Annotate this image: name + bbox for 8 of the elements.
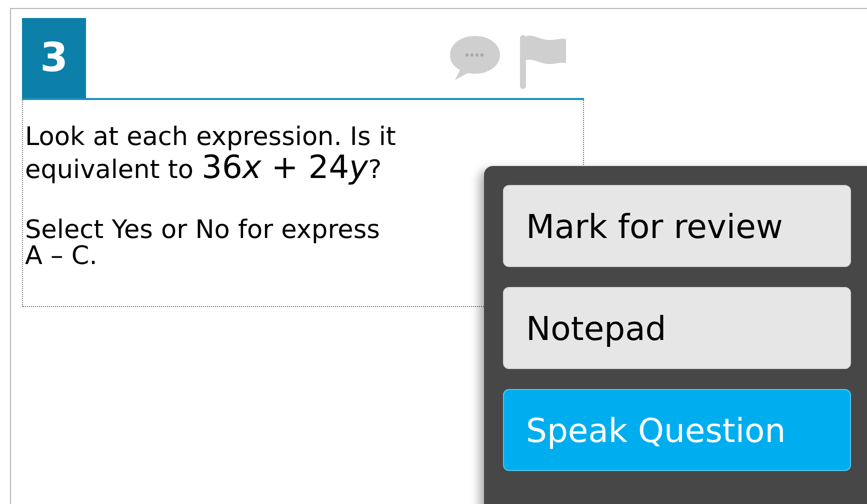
instruction-text: Select Yes or No for express: [25, 215, 380, 245]
question-text: Look at each expression. Is it equivalent to 36x + 24y?: [25, 122, 397, 185]
menu-item[interactable]: Mark for review: [503, 185, 851, 267]
flag-icon[interactable]: [518, 34, 568, 90]
question-number: 3: [22, 18, 86, 98]
instruction-text: A – C.: [25, 245, 98, 267]
menu-item[interactable]: Notepad: [503, 287, 851, 369]
comment-icon[interactable]: [448, 34, 502, 82]
